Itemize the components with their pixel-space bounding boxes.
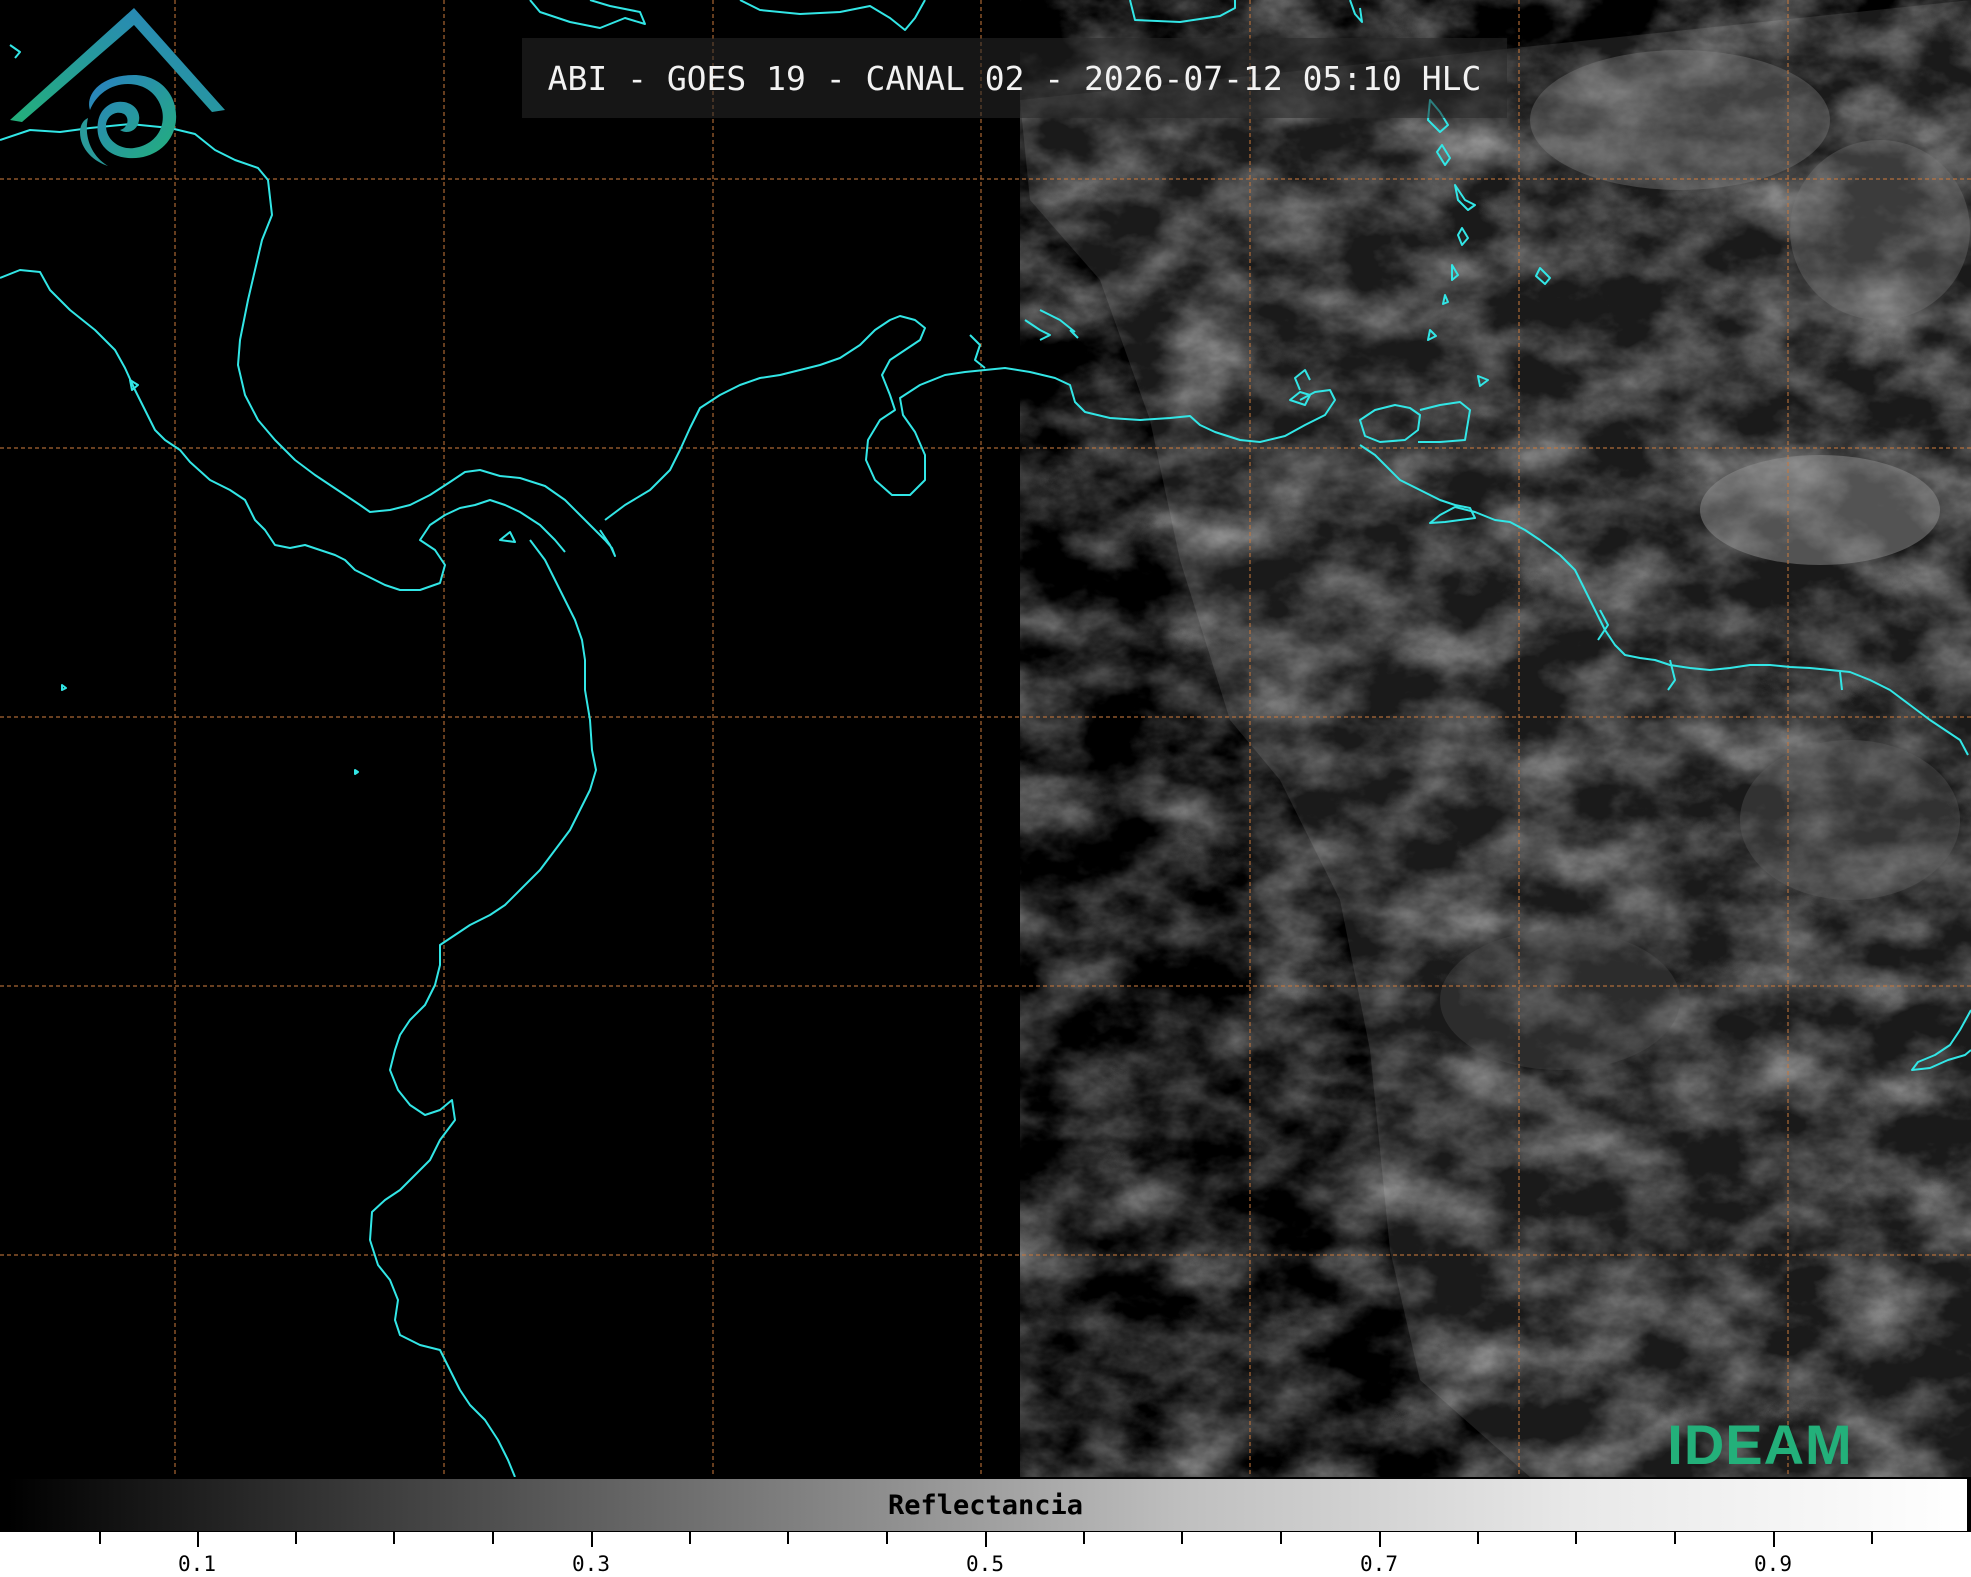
cloud-patch	[1530, 50, 1830, 190]
ideam-logo-icon	[10, 8, 225, 166]
minor-tick	[689, 1532, 691, 1544]
map-canvas	[0, 0, 1971, 1477]
minor-tick	[295, 1532, 297, 1544]
minor-tick	[787, 1532, 789, 1544]
major-tick	[1773, 1532, 1775, 1547]
minor-tick	[1477, 1532, 1479, 1544]
tick-label: 0.5	[966, 1552, 1004, 1576]
major-tick	[1379, 1532, 1381, 1547]
minor-tick	[1280, 1532, 1282, 1544]
major-tick	[591, 1532, 593, 1547]
map-title: ABI - GOES 19 - CANAL 02 - 2026-07-12 05…	[522, 38, 1507, 118]
colorbar-axis: 0.1 0.3 0.5 0.7 0.9	[0, 1532, 1971, 1577]
tick-label: 0.1	[178, 1552, 216, 1576]
minor-tick	[1674, 1532, 1676, 1544]
satellite-map: ABI - GOES 19 - CANAL 02 - 2026-07-12 05…	[0, 0, 1971, 1477]
minor-tick	[1083, 1532, 1085, 1544]
minor-tick	[393, 1532, 395, 1544]
cloud-patch	[1740, 740, 1960, 900]
cloud-patch	[1790, 140, 1970, 320]
minor-tick	[886, 1532, 888, 1544]
colorbar-label: Reflectancia	[887, 1489, 1084, 1521]
major-tick	[985, 1532, 987, 1547]
cloud-patch	[1700, 455, 1940, 565]
tick-label: 0.3	[572, 1552, 610, 1576]
minor-tick	[1181, 1532, 1183, 1544]
minor-tick	[99, 1532, 101, 1544]
minor-tick	[492, 1532, 494, 1544]
tick-label: 0.7	[1360, 1552, 1398, 1576]
cloud-patch	[1440, 930, 1680, 1070]
major-tick	[197, 1532, 199, 1547]
minor-tick	[1575, 1532, 1577, 1544]
ideam-logo-text: IDEAM	[1667, 1413, 1853, 1476]
tick-label: 0.9	[1754, 1552, 1792, 1576]
minor-tick	[1871, 1532, 1873, 1544]
